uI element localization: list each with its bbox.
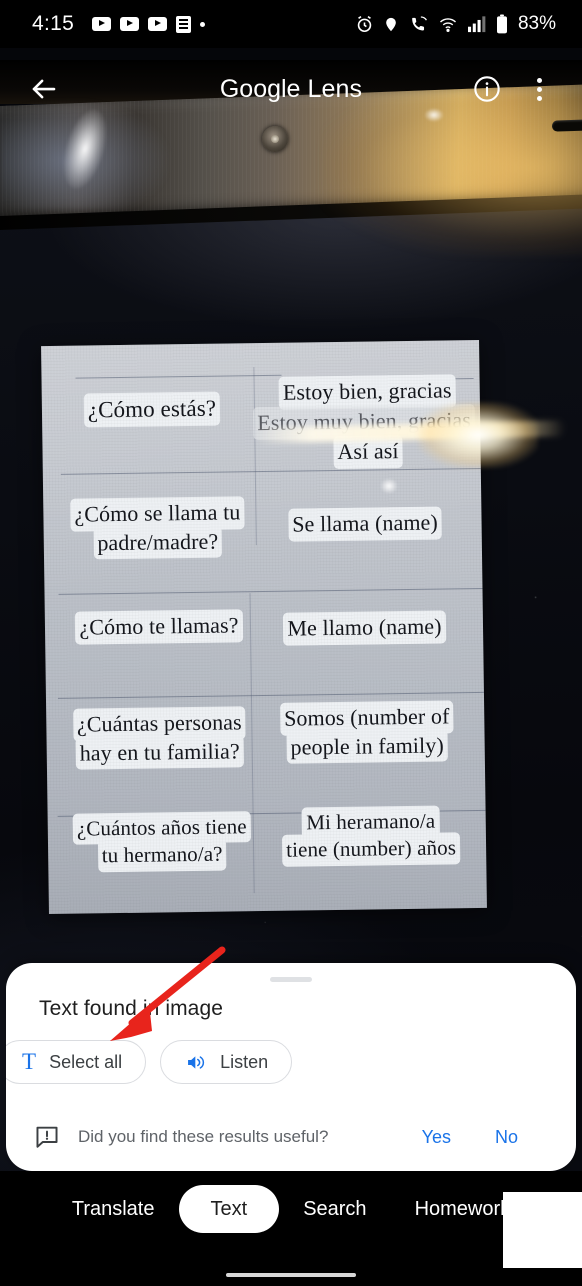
photo-slot-detail <box>551 119 582 132</box>
location-icon <box>386 17 396 31</box>
ocr-highlight: Mi heramano/a <box>304 807 438 837</box>
battery-icon <box>496 14 507 34</box>
table-divider <box>249 593 255 894</box>
feedback-no-button[interactable]: No <box>495 1127 518 1148</box>
app-title-secondary: Lens <box>307 74 363 103</box>
feedback-icon <box>36 1126 58 1148</box>
ocr-highlight: ¿Cómo te llamas? <box>77 611 241 643</box>
info-button[interactable] <box>468 70 506 108</box>
signal-icon <box>467 16 486 33</box>
select-all-label: Select all <box>49 1051 123 1072</box>
ocr-highlight: Se llama (name) <box>290 508 441 540</box>
app-title-primary: Google <box>219 74 301 103</box>
table-rule <box>289 378 474 382</box>
ocr-highlight: ¿Cómo estás? <box>85 393 219 426</box>
youtube-icon <box>148 17 168 31</box>
more-vert-icon <box>536 77 542 101</box>
overflow-menu-button[interactable] <box>520 70 558 108</box>
ocr-text-block[interactable]: Se llama (name) <box>257 508 472 540</box>
ocr-text-block[interactable]: ¿Cuántas personas hay en tu familia? <box>54 708 265 768</box>
ocr-text-block[interactable]: ¿Cómo se llama tu padre/madre? <box>57 498 258 558</box>
photo-gold-glow <box>322 96 582 256</box>
listen-label: Listen <box>220 1051 269 1072</box>
status-notification-icons <box>92 15 206 33</box>
ocr-highlight: ¿Cuántos años tiene <box>74 813 249 843</box>
youtube-icon <box>92 17 112 31</box>
tab-translate[interactable]: Translate <box>48 1185 179 1233</box>
bottom-nav-items: Translate Text Search Homework <box>48 1185 534 1233</box>
alarm-icon <box>357 15 372 32</box>
ocr-text-block[interactable]: ¿Cómo estás? <box>52 393 252 426</box>
table-rule <box>75 374 282 379</box>
youtube-icon <box>120 17 140 31</box>
arrow-left-icon <box>32 79 56 99</box>
status-system-icons: 83% <box>355 13 556 35</box>
ocr-text-block[interactable]: Mi heramano/a tiene (number) años <box>260 807 483 865</box>
feedback-question: Did you find these results useful? <box>78 1127 329 1146</box>
table-rule <box>60 467 481 475</box>
table-rule <box>57 809 486 817</box>
ocr-highlight: Somos (number of <box>281 702 452 734</box>
photo-screw-detail <box>262 126 288 152</box>
select-all-button[interactable]: T Select all <box>6 1040 147 1084</box>
ocr-text-block[interactable]: ¿Cuántos años tiene tu hermano/a? <box>54 813 271 871</box>
table-rule <box>57 691 484 699</box>
dot-icon <box>200 21 206 27</box>
app-bar: Google Lens <box>0 60 582 118</box>
results-bottom-sheet: Text found in image T Select all Listen <box>6 963 576 1171</box>
sheet-drag-handle[interactable] <box>270 977 312 982</box>
ocr-highlight: tu hermano/a? <box>99 840 225 870</box>
table-divider <box>253 367 257 546</box>
app-bar-actions <box>468 70 558 108</box>
status-bar: 4:15 83% <box>0 0 582 48</box>
info-icon <box>474 76 500 102</box>
home-indicator[interactable] <box>226 1273 356 1277</box>
photo-lens-flare-core <box>418 402 538 468</box>
tab-text[interactable]: Text <box>178 1185 280 1233</box>
volume-up-icon <box>188 1055 205 1069</box>
bottom-nav: Translate Text Search Homework <box>0 1171 582 1286</box>
table-rule <box>58 587 483 595</box>
phone-screen: ¿Cómo estás? Estoy bien, gracias Estoy m… <box>0 0 582 1286</box>
ocr-text-block[interactable]: Somos (number of people in family) <box>254 702 480 762</box>
tab-search[interactable]: Search <box>279 1185 390 1233</box>
status-time: 4:15 <box>32 12 75 35</box>
wifi-icon <box>439 17 456 32</box>
ocr-highlight: hay en tu familia? <box>77 736 242 768</box>
ocr-highlight: Me llamo (name) <box>285 612 444 644</box>
feedback-yes-button[interactable]: Yes <box>422 1127 451 1148</box>
call-forward-icon <box>412 15 427 30</box>
text-select-icon: T <box>22 1049 37 1074</box>
document-icon <box>176 15 192 33</box>
sheet-title: Text found in image <box>39 997 224 1020</box>
ocr-highlight: padre/madre? <box>95 527 221 558</box>
back-button[interactable] <box>24 69 64 109</box>
action-chip-row: T Select all Listen <box>6 1040 293 1084</box>
ocr-text-block[interactable]: ¿Cómo te llamas? <box>59 611 259 643</box>
listen-button[interactable]: Listen <box>160 1040 293 1084</box>
ocr-highlight: tiene (number) años <box>284 834 459 865</box>
occlusion-block <box>503 1192 582 1268</box>
ocr-highlight: ¿Cuántas personas <box>74 708 244 740</box>
photo-lens-flare-dot <box>380 478 398 494</box>
ocr-text-block[interactable]: Me llamo (name) <box>257 612 472 644</box>
feedback-row: Did you find these results useful? Yes N… <box>6 1109 576 1165</box>
ocr-highlight: ¿Cómo se llama tu <box>72 498 243 530</box>
battery-percent: 83% <box>517 13 556 34</box>
feedback-actions: Yes No <box>422 1127 518 1148</box>
ocr-highlight: people in family) <box>288 731 446 762</box>
